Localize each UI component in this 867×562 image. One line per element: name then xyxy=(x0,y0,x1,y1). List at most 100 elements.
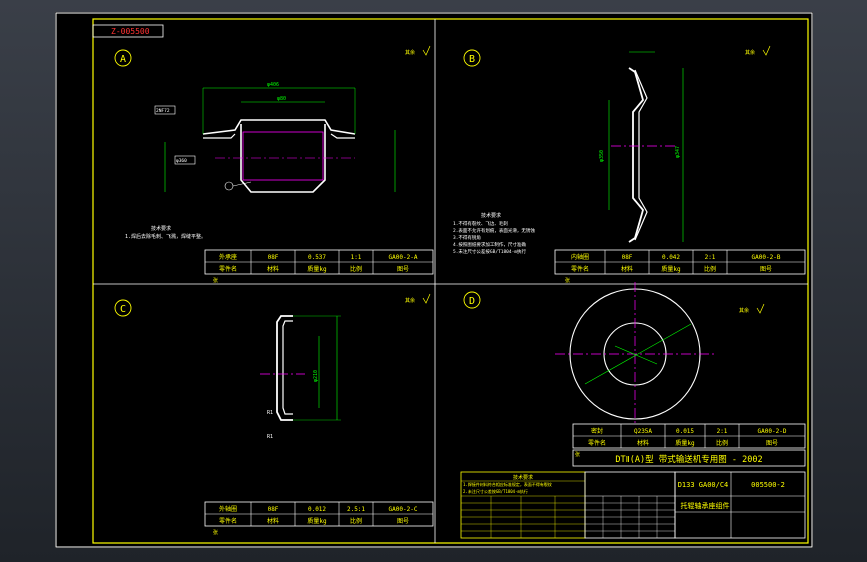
view-c-radius-2: R1 xyxy=(267,434,273,440)
drawing-sheet[interactable]: Z-005500 A 其余 φ406 φ80 2NF72 φ360 技术要求 1… xyxy=(55,12,813,548)
tb-a-scale: 1:1 xyxy=(351,254,362,261)
view-a-flange-inner xyxy=(203,133,355,139)
view-d-label: D xyxy=(469,296,475,307)
tech-line-1: 1.焊接件材料符合相应标准规定，表面不得有裂纹 xyxy=(463,481,552,487)
view-c-label: C xyxy=(120,304,126,315)
tb-c-h-drawing-no: 图号 xyxy=(397,518,409,525)
tb-d-h-scale: 比例 xyxy=(716,439,728,447)
view-a-section xyxy=(242,131,324,181)
view-d-dim-diag-2 xyxy=(614,345,658,365)
view-b-roughness: 其余 xyxy=(745,49,755,56)
view-a-label: A xyxy=(120,54,126,65)
view-b-note-1: 1.不得有裂纹、飞边、毛刺 xyxy=(453,220,508,227)
view-b-notes-title: 技术要求 xyxy=(481,212,501,219)
tb-c-h-scale: 比例 xyxy=(350,517,362,525)
view-d[interactable]: D 其余 xyxy=(463,282,765,426)
tb-c-name: 外轴圈 xyxy=(219,505,237,513)
tb-d-material: Q235A xyxy=(634,428,652,435)
view-c[interactable]: C 其余 φ210 R1 R1 xyxy=(114,293,431,440)
tb-d-h-material: 材料 xyxy=(637,439,649,447)
view-b-label: B xyxy=(469,54,475,65)
tb-d-scale: 2:1 xyxy=(717,428,728,435)
tb-b-name: 内轴圈 xyxy=(571,253,589,261)
view-c-roughness: 其余 xyxy=(405,297,415,304)
tb-a-h-scale: 比例 xyxy=(350,265,362,273)
tb-b-h-mass: 质量kg xyxy=(661,265,681,273)
view-b-note-3: 3.不得有锐角 xyxy=(453,234,481,241)
view-b-note-2: 2.表面不允许有划痕，表面光滑，无锈蚀 xyxy=(453,227,535,234)
code-left: D133 GA00/C4 xyxy=(678,481,729,489)
title-block-d[interactable]: 密封 Q235A 0.015 2:1 GA00-2-D 零件名 材料 质量kg … xyxy=(572,423,806,458)
tb-a-h-material: 材料 xyxy=(267,265,279,273)
view-c-profile-inner xyxy=(282,320,293,415)
main-title-block[interactable]: DTⅡ(A)型 带式输送机专用图 - 2002 技术要求 1.焊接件材料符合相应… xyxy=(460,449,806,539)
tb-b-h-drawing-no: 图号 xyxy=(760,266,772,273)
tb-b-h-scale: 比例 xyxy=(704,265,716,273)
tb-b-h-name: 零件名 xyxy=(571,265,589,273)
tb-d-h-name: 零件名 xyxy=(588,439,606,447)
view-a-callout-leader xyxy=(232,181,252,187)
tb-c-mass: 0.012 xyxy=(308,506,326,513)
revision-grid-frame xyxy=(584,471,676,539)
view-c-radius-1: R1 xyxy=(267,410,273,416)
tb-c-scale: 2.5:1 xyxy=(347,506,365,513)
tb-c-h-mass: 质量kg xyxy=(307,517,327,525)
view-a-tolerance-2: φ360 xyxy=(176,158,187,164)
tb-a-footer: 张 xyxy=(213,277,218,284)
tech-table-title: 技术要求 xyxy=(513,474,533,481)
view-a-dim-mid-text: φ80 xyxy=(277,96,286,102)
view-b-profile-outer xyxy=(628,67,644,243)
title-block-b[interactable]: 内轴圈 08F 0.042 2:1 GA00-2-B 零件名 材料 质量kg 比… xyxy=(554,249,806,284)
tb-c-h-material: 材料 xyxy=(267,517,279,525)
view-d-roughness: 其余 xyxy=(739,307,749,314)
part-name: 托辊轴承座组件 xyxy=(681,501,730,510)
tb-a-material: 08F xyxy=(268,254,279,261)
title-block-a[interactable]: 外承座 08F 0.537 1:1 GA00-2-A 零件名 材料 质量kg 比… xyxy=(204,249,434,284)
view-a-callout-balloon xyxy=(224,181,234,191)
roughness-symbol-icon xyxy=(762,45,771,56)
tb-d-h-mass: 质量kg xyxy=(675,439,695,447)
tb-a-h-mass: 质量kg xyxy=(307,265,327,273)
view-a-dim-top-text: φ406 xyxy=(267,82,279,88)
cad-viewport[interactable]: Z-005500 A 其余 φ406 φ80 2NF72 φ360 技术要求 1… xyxy=(0,0,867,562)
tb-d-mass: 0.015 xyxy=(676,428,694,435)
roughness-symbol-icon xyxy=(756,303,765,314)
drawing-number-tag: Z-005500 xyxy=(111,27,150,36)
tb-b-drawing-no: GA00-2-B xyxy=(752,254,781,261)
tb-a-drawing-no: GA00-2-A xyxy=(389,254,418,261)
tb-d-name: 密封 xyxy=(591,427,603,435)
tb-b-h-material: 材料 xyxy=(621,265,633,273)
tb-b-scale: 2:1 xyxy=(705,254,716,261)
drawing-canvas[interactable]: Z-005500 A 其余 φ406 φ80 2NF72 φ360 技术要求 1… xyxy=(55,12,813,548)
code-right: 005500-2 xyxy=(751,481,785,489)
tb-a-h-drawing-no: 图号 xyxy=(397,266,409,273)
view-c-dim-mid-text: φ210 xyxy=(313,370,319,382)
tb-d-footer: 张 xyxy=(575,451,580,458)
tb-d-h-drawing-no: 图号 xyxy=(766,440,778,447)
tb-b-footer: 张 xyxy=(565,277,570,284)
view-b-dim-left-text: φ350 xyxy=(599,150,605,162)
tb-b-material: 08F xyxy=(622,254,633,261)
view-a-tolerance-1: 2NF72 xyxy=(156,108,170,114)
tb-b-mass: 0.042 xyxy=(662,254,680,261)
view-b[interactable]: B 其余 φ350 φ347 技术要求 1.不得有裂纹、飞边、毛刺 2.表面不允… xyxy=(453,45,771,255)
roughness-symbol-icon xyxy=(422,45,431,56)
tb-c-material: 08F xyxy=(268,506,279,513)
outer-border xyxy=(55,12,813,548)
view-a[interactable]: A 其余 φ406 φ80 2NF72 φ360 技术要求 1.焊后去除毛刺、飞… xyxy=(114,45,431,240)
tb-a-mass: 0.537 xyxy=(308,254,326,261)
roughness-symbol-icon xyxy=(422,293,431,304)
view-b-note-4: 4.按照图纸要求加工制作，尺寸准确 xyxy=(453,241,526,248)
main-title: DTⅡ(A)型 带式输送机专用图 - 2002 xyxy=(615,454,762,465)
view-a-notes-title: 技术要求 xyxy=(151,225,171,232)
tb-c-footer: 张 xyxy=(213,529,218,536)
tech-line-2: 2.未注尺寸公差按GB/T1804-m执行 xyxy=(463,488,528,494)
tb-a-name: 外承座 xyxy=(219,253,237,261)
view-a-roughness: 其余 xyxy=(405,49,415,56)
view-a-note-1: 1.焊后去除毛刺、飞溅，焊缝平整。 xyxy=(125,233,206,240)
view-c-profile-outer xyxy=(276,315,293,421)
view-b-note-5: 5.未注尺寸公差按GB/T1804-m执行 xyxy=(453,248,527,255)
view-b-dim-right-text: φ347 xyxy=(675,146,681,158)
title-block-c[interactable]: 外轴圈 08F 0.012 2.5:1 GA00-2-C 零件名 材料 质量kg… xyxy=(204,501,434,536)
tb-a-h-name: 零件名 xyxy=(219,265,237,273)
